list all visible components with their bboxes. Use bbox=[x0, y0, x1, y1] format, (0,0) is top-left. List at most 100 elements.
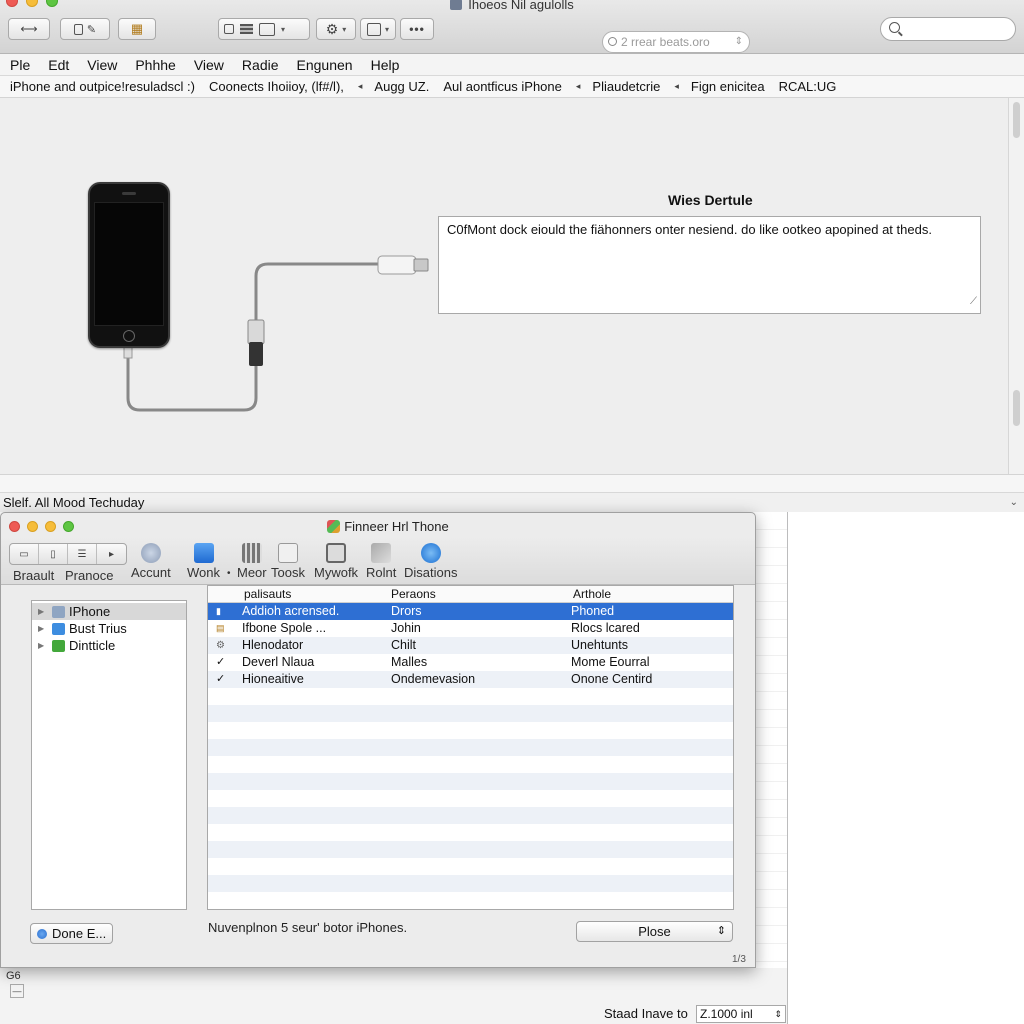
phone-icon bbox=[52, 605, 65, 618]
disclosure-triangle-icon[interactable]: ▶ bbox=[38, 637, 48, 654]
sidebar-item-label: Dintticle bbox=[69, 638, 116, 653]
row-name: Deverl Nlaua bbox=[242, 655, 315, 669]
collapse-button[interactable]: — bbox=[10, 984, 24, 998]
chevron-down-icon[interactable]: ⌄ bbox=[1010, 493, 1018, 513]
toolbar-label: Wonk bbox=[187, 565, 220, 580]
row-icon: ▤ bbox=[216, 623, 225, 633]
globe-icon bbox=[140, 543, 161, 563]
table-row[interactable]: ▤ Ifbone Spole ... Johin Rlocs lcared bbox=[208, 620, 733, 637]
toolbar-accunt[interactable]: Accunt bbox=[131, 543, 171, 580]
sidebar-item-bust-trius[interactable]: ▶ Bust Trius bbox=[32, 620, 186, 637]
horizontal-divider bbox=[0, 474, 1024, 492]
popup-value: Plose bbox=[638, 924, 671, 939]
column-header-article[interactable]: Arthole bbox=[573, 586, 611, 602]
popup-button[interactable]: Plose ⇕ bbox=[576, 921, 733, 942]
stepper-icon[interactable]: ⇕ bbox=[774, 1006, 782, 1022]
status-label: Staad Inave to bbox=[604, 1006, 688, 1021]
toolbar-label: Meor bbox=[237, 565, 267, 580]
done-button[interactable]: Done E... bbox=[30, 923, 113, 944]
toolbar-rolnt[interactable]: Rolnt bbox=[366, 543, 396, 580]
toolbar-label: Accunt bbox=[131, 565, 171, 580]
toolbar-label: Toosk bbox=[271, 565, 305, 580]
stepper-icon[interactable]: ⇕ bbox=[735, 32, 743, 52]
app-store-icon bbox=[193, 543, 214, 563]
sidebar-item-dintticle[interactable]: ▶ Dintticle bbox=[32, 637, 186, 654]
description-textarea[interactable]: C0fMont dock eiould the fiähonners onter… bbox=[438, 216, 981, 314]
folder-blue-icon bbox=[52, 622, 65, 635]
row-person: Malles bbox=[391, 655, 428, 669]
toolbar-label: Mywofk bbox=[314, 565, 359, 580]
file-table: palisauts Peraons Arthole ▮ Addioh acren… bbox=[207, 585, 734, 910]
calculator-icon bbox=[241, 543, 262, 563]
bottom-label: G6 bbox=[6, 970, 21, 982]
status-select[interactable]: Z.1000 inl ⇕ bbox=[696, 1005, 786, 1023]
toolbar-mywofk[interactable]: Mywofk bbox=[314, 543, 358, 580]
app-icon bbox=[327, 520, 341, 533]
phone-screen bbox=[94, 202, 164, 326]
empty-row bbox=[208, 773, 733, 790]
toolbar-wonk[interactable]: Wonk bbox=[187, 543, 220, 580]
table-row[interactable]: ✓ Hioneaitive Ondemevasion Onone Centird bbox=[208, 671, 733, 688]
speaker-icon bbox=[122, 192, 136, 195]
page-icon[interactable]: ▯ bbox=[39, 544, 68, 564]
empty-row bbox=[208, 807, 733, 824]
table-row[interactable]: ⚙ Hlenodator Chilt Unehtunts bbox=[208, 637, 733, 654]
sidebar-item-iphone[interactable]: ▶ IPhone bbox=[32, 603, 186, 620]
toolbar-label: Braault bbox=[13, 568, 55, 583]
row-article: Rlocs lcared bbox=[571, 621, 640, 635]
play-icon[interactable]: ▸ bbox=[97, 544, 126, 564]
vertical-scrollbar[interactable]: 2 bbox=[1008, 98, 1024, 492]
toolbar-toosk[interactable]: Toosk bbox=[271, 543, 305, 580]
toolbar-disations[interactable]: Disations bbox=[404, 543, 457, 580]
search-icon bbox=[608, 37, 617, 46]
table-row[interactable]: ▮ Addioh acrensed. Drors Phoned bbox=[208, 603, 733, 620]
toolbar-braault[interactable]: Braault bbox=[13, 568, 54, 583]
row-person: Ondemevasion bbox=[391, 672, 476, 686]
toolbar-pranoce[interactable]: Pranoce bbox=[65, 568, 113, 583]
status-text: Slelf. All Mood Techuday bbox=[3, 495, 145, 510]
row-person: Johin bbox=[391, 621, 421, 635]
disclosure-triangle-icon[interactable]: ▶ bbox=[38, 620, 48, 637]
lines-icon[interactable]: ☰ bbox=[68, 544, 97, 564]
dialog-title-text: Finneer Hrl Thone bbox=[344, 519, 449, 534]
dialog-status-text: Nuvenplnon 5 seur' botor iPhones. bbox=[208, 920, 408, 935]
row-person: Chilt bbox=[391, 638, 417, 652]
page-indicator: 1/3 bbox=[732, 954, 746, 965]
done-button-label: Done E... bbox=[52, 926, 107, 941]
dialog-search-input[interactable]: 2 rrear beats.oro ⇕ bbox=[602, 31, 750, 53]
row-icon: ⚙ bbox=[216, 640, 225, 651]
list-view-icon[interactable]: ▭ bbox=[10, 544, 39, 564]
disclosure-triangle-icon[interactable]: ▶ bbox=[38, 603, 48, 620]
row-icon: ✓ bbox=[216, 673, 226, 685]
sidebar-item-label: IPhone bbox=[69, 604, 111, 619]
scroll-thumb[interactable] bbox=[1013, 102, 1020, 138]
table-row[interactable]: ✓ Deverl Nlaua Malles Mome Eourral bbox=[208, 654, 733, 671]
row-article: Onone Centird bbox=[571, 672, 653, 686]
dialog-sidebar: ▶ IPhone ▶ Bust Trius ▶ Dintticle bbox=[31, 600, 187, 910]
row-article: Unehtunts bbox=[571, 638, 628, 652]
row-icon: ▮ bbox=[216, 606, 221, 616]
resize-grip-icon[interactable]: ⟋ bbox=[970, 294, 977, 310]
row-article: Phoned bbox=[571, 604, 615, 618]
sidebar-item-label: Bust Trius bbox=[69, 621, 127, 636]
bottom-status: Staad Inave to Z.1000 inl ⇕ bbox=[604, 1004, 788, 1024]
home-button-icon bbox=[123, 330, 135, 342]
toolbar-label: Rolnt bbox=[366, 565, 397, 580]
dialog-toolbar: ▭ ▯ ☰ ▸ Braault Pranoce Accunt Wonk Meor… bbox=[1, 537, 755, 585]
row-icon: ✓ bbox=[216, 656, 226, 668]
row-person: Drors bbox=[391, 604, 422, 618]
column-header-persons[interactable]: Peraons bbox=[391, 586, 436, 602]
stepper-icon: ⇕ bbox=[716, 925, 726, 937]
description-title: Wies Dertule bbox=[668, 192, 753, 208]
empty-row bbox=[208, 841, 733, 858]
view-segment-control[interactable]: ▭ ▯ ☰ ▸ bbox=[9, 543, 127, 565]
status-line: Slelf. All Mood Techuday ⌄ bbox=[0, 492, 1024, 512]
monitor-icon bbox=[326, 543, 347, 563]
scroll-thumb[interactable] bbox=[1013, 390, 1020, 426]
table-header: palisauts Peraons Arthole bbox=[208, 586, 733, 603]
row-name: Hioneaitive bbox=[242, 672, 304, 686]
blue-circle-icon bbox=[420, 543, 441, 563]
column-header-name[interactable]: palisauts bbox=[244, 586, 291, 602]
toolbar-meor[interactable]: Meor bbox=[237, 543, 267, 580]
description-text: C0fMont dock eiould the fiähonners onter… bbox=[447, 222, 932, 237]
